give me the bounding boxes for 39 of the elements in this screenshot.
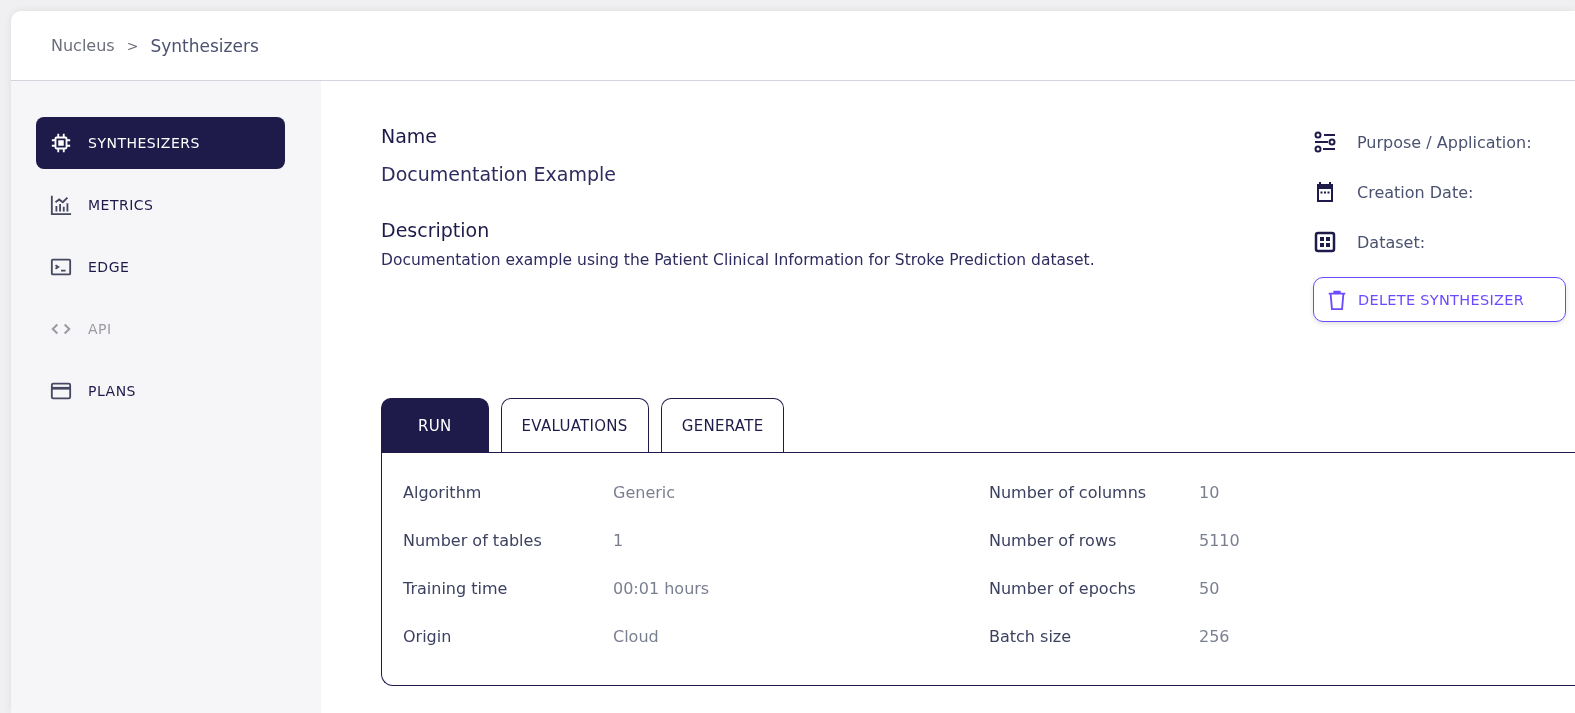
grid-icon: [1313, 230, 1337, 254]
tab[interactable]: EVALUATIONS: [500, 398, 649, 452]
description-text: Documentation example using the Patient Clinical Information for Stroke Prediction dataset.: [381, 251, 1095, 269]
info-label: Dataset:: [1357, 232, 1426, 252]
sidebar-item[interactable]: SYNTHESIZERS: [36, 117, 285, 169]
property-label: Number of tables: [403, 530, 543, 550]
info-label: Purpose / Application:: [1357, 132, 1532, 152]
info-label: Creation Date:: [1357, 182, 1474, 202]
property-label: Number of columns: [989, 482, 1148, 502]
tab[interactable]: GENERATE: [660, 398, 785, 452]
property-label: Number of epochs: [989, 578, 1137, 598]
property-value: 256: [1199, 626, 1230, 646]
property-value: 00:01 hours: [613, 578, 710, 598]
breadcrumb-link[interactable]: Synthesizers: [150, 35, 259, 56]
bar-chart-icon: [48, 194, 74, 216]
property-value: 5110: [1199, 530, 1240, 550]
property-value: Cloud: [613, 626, 659, 646]
sidebar-item[interactable]: EDGE: [36, 241, 285, 293]
property-value: 50: [1199, 578, 1220, 598]
property-value: 1: [613, 530, 624, 550]
property-label: Origin: [403, 626, 453, 646]
property-label: Training time: [403, 578, 509, 598]
credit-card-icon: [48, 380, 74, 402]
terminal-icon: [48, 256, 74, 278]
description-heading: Description: [381, 219, 491, 241]
breadcrumb-link[interactable]: Nucleus: [51, 36, 115, 55]
sliders-icon: [1313, 130, 1337, 154]
property-value: 10: [1199, 482, 1220, 502]
synthesizer-name: Documentation Example: [381, 163, 617, 185]
property-label: Batch size: [989, 626, 1073, 646]
name-heading: Name: [381, 125, 439, 147]
property-label: Algorithm: [403, 482, 483, 502]
property-value: Generic: [613, 482, 676, 502]
breadcrumb-separator: >: [126, 37, 139, 54]
delete-synthesizer-button[interactable]: DELETE SYNTHESIZER: [1313, 277, 1566, 322]
sidebar-item[interactable]: PLANS: [36, 365, 285, 417]
tab[interactable]: RUN: [381, 398, 489, 452]
property-label: Number of rows: [989, 530, 1118, 550]
sidebar-item[interactable]: METRICS: [36, 179, 285, 231]
